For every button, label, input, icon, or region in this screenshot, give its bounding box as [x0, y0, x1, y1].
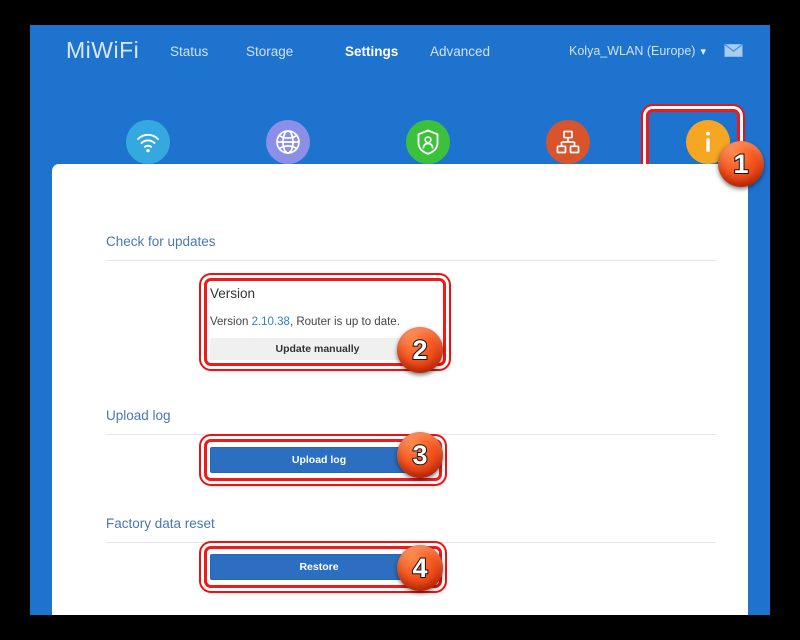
- miwifi-router-admin-window: MiWiFi Status Storage Settings Advanced …: [30, 25, 770, 615]
- nav-link-advanced[interactable]: Advanced: [430, 44, 490, 59]
- lan-icon: [546, 120, 590, 164]
- chevron-down-icon: ▾: [700, 46, 706, 58]
- account-dropdown[interactable]: Kolya_WLAN (Europe) ▾: [569, 44, 706, 58]
- update-manually-button[interactable]: Update manually: [210, 338, 425, 360]
- annotation-badge-2: 2: [397, 327, 443, 373]
- version-number: 2.10.38: [251, 316, 290, 328]
- version-status-text: Version 2.10.38, Router is up to date.: [210, 316, 400, 328]
- section-title-check-for-updates: Check for updates: [106, 234, 216, 249]
- annotation-badge-4: 4: [397, 545, 443, 591]
- restore-button[interactable]: Restore: [210, 554, 428, 580]
- mail-icon[interactable]: [724, 44, 743, 57]
- section-title-backup-and: Backup and: [106, 614, 177, 615]
- nav-link-storage[interactable]: Storage: [246, 44, 293, 59]
- annotation-badge-3: 3: [397, 432, 443, 478]
- settings-content-panel: Check for updates Version Version 2.10.3…: [52, 164, 748, 615]
- globe-icon: [266, 120, 310, 164]
- section-divider: [106, 260, 716, 261]
- upload-log-button[interactable]: Upload log: [210, 447, 428, 473]
- shield-icon: [406, 120, 450, 164]
- top-navigation-bar: MiWiFi Status Storage Settings Advanced …: [30, 25, 770, 78]
- wifi-icon: [126, 120, 170, 164]
- screenshot-frame: MiWiFi Status Storage Settings Advanced …: [0, 0, 800, 640]
- nav-link-status[interactable]: Status: [170, 44, 208, 59]
- version-prefix: Version: [210, 316, 252, 328]
- miwifi-logo: MiWiFi: [66, 37, 140, 63]
- annotation-badge-1: 1: [718, 141, 764, 187]
- version-suffix: , Router is up to date.: [289, 316, 400, 328]
- version-heading: Version: [210, 286, 256, 301]
- section-divider: [106, 542, 716, 543]
- nav-link-settings[interactable]: Settings: [345, 44, 398, 59]
- section-title-upload-log: Upload log: [106, 408, 171, 423]
- account-label: Kolya_WLAN (Europe): [569, 44, 696, 58]
- section-title-factory-data-reset: Factory data reset: [106, 516, 215, 531]
